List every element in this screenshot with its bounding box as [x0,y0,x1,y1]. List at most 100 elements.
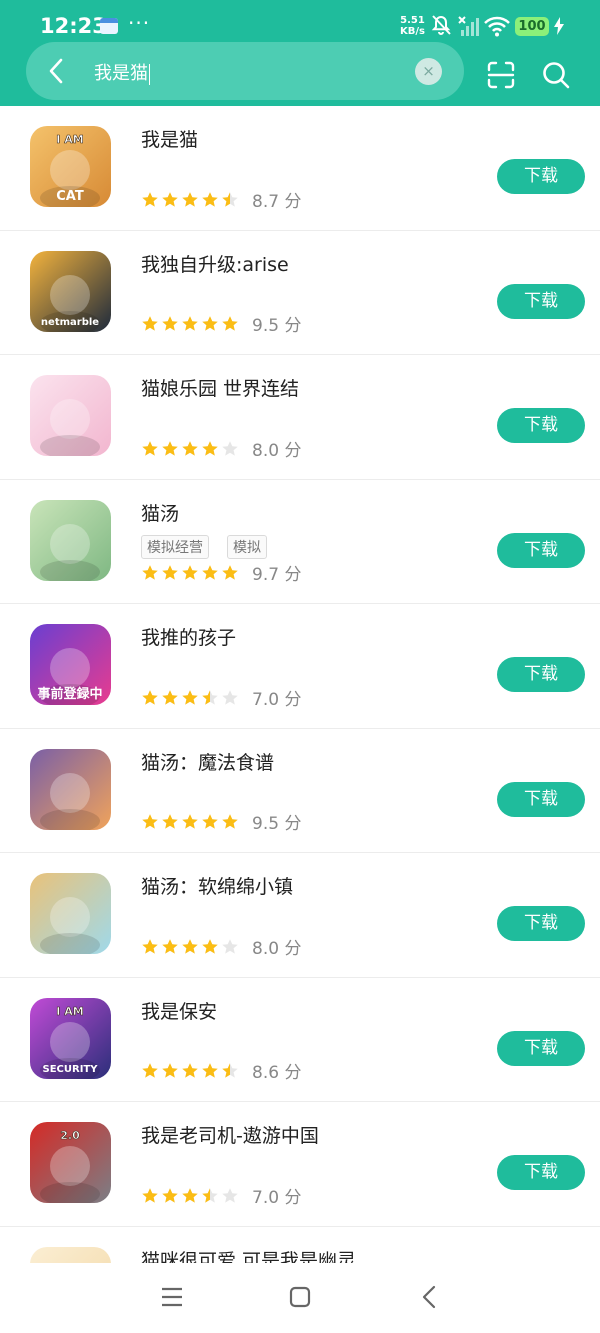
star-full-icon [142,814,158,829]
rating-score: 8.6 分 [252,1063,302,1083]
star-full-icon [202,938,218,954]
star-empty-icon [222,1187,238,1203]
home-icon[interactable] [288,1285,312,1309]
result-row[interactable]: 事前登録中 我推的孩子 7.0 分 下载 [0,604,600,729]
star-full-icon [142,1063,158,1078]
icon-caption-top: I AM [56,1005,83,1018]
app-name[interactable]: 猫娘乐园 世界连结 [141,374,299,401]
network-speed-unit: KB/s [400,26,425,37]
result-row[interactable]: 猫汤模拟经营 模拟 9.7 分 下载 [0,480,600,604]
download-button[interactable]: 下载 [497,159,585,194]
search-query-text: 我是猫 [94,63,148,84]
text-caret [149,63,150,85]
download-button[interactable]: 下载 [497,906,585,941]
result-row[interactable]: netmarble 我独自升级:arise 9.5 分 下载 [0,231,600,355]
star-empty-icon [222,689,238,705]
result-row[interactable]: I AM SECURITY 我是保安 8.6 分 下载 [0,978,600,1102]
rating-score: 8.0 分 [252,938,302,959]
download-button[interactable]: 下载 [497,657,585,692]
wifi-icon [484,16,510,37]
category-tag[interactable]: 模拟经营 [141,534,209,559]
rating-score: 7.0 分 [252,1187,302,1208]
rating-stars [141,938,239,956]
star-half-icon [202,1187,218,1203]
scan-icon[interactable] [486,60,516,90]
star-full-icon [142,1187,158,1203]
status-time: 12:23 [40,14,107,38]
back-arrow-icon[interactable] [44,57,70,85]
star-full-icon [142,191,158,207]
star-full-icon [202,191,218,207]
security-guard-icon[interactable]: I AM SECURITY [30,997,111,1079]
category-tag[interactable]: 模拟 [227,534,267,559]
download-button[interactable]: 下载 [497,1030,585,1066]
result-row[interactable]: I AM CAT 我是猫 8.7 分 下载 [0,106,600,231]
straw-hat-cat-icon[interactable] [30,873,111,954]
search-icon[interactable] [541,60,571,90]
result-row[interactable]: 猫娘乐园 世界连结 8.0 分 下载 [0,355,600,480]
wizard-cat-icon[interactable] [30,748,111,830]
rating-score: 9.7 分 [252,565,302,585]
star-full-icon [202,565,218,580]
icon-caption-bottom: 事前登録中 [37,686,102,702]
star-full-icon [162,814,178,829]
app-name[interactable]: 猫汤：魔法食谱 [141,748,274,775]
download-button[interactable]: 下载 [497,781,585,817]
app-name[interactable]: 我是猫 [141,125,198,152]
star-full-icon [222,814,238,829]
app-name[interactable]: 猫咪很可爱 可是我是幽灵 [141,1246,356,1264]
app-name[interactable]: 我推的孩子 [141,623,236,650]
rating-stars [141,564,239,582]
system-navigation-bar [0,1263,600,1333]
star-full-icon [162,440,178,456]
clear-search-button[interactable]: × [415,58,442,85]
network-speed-value: 5.51 [400,15,425,26]
rating-stars [141,440,239,458]
rating-score: 7.0 分 [252,689,302,710]
search-box[interactable] [26,42,464,100]
app-name[interactable]: 我是保安 [141,997,217,1024]
rating-stars [141,813,239,831]
result-row[interactable]: 猫汤：软绵绵小镇 8.0 分 下载 [0,853,600,978]
search-input[interactable]: 我是猫 [94,59,150,85]
star-half-icon [202,689,218,705]
star-full-icon [162,938,178,954]
star-full-icon [182,689,198,705]
app-name[interactable]: 我独自升级:arise [141,250,289,277]
result-row[interactable]: 猫汤：魔法食谱 9.5 分 下载 [0,729,600,853]
tag-list: 模拟经营 模拟 [141,534,267,559]
frog-hood-cat-icon[interactable] [30,499,111,581]
result-row[interactable]: 猫咪很可爱 可是我是幽灵 [0,1227,600,1264]
idol-girl-icon[interactable]: 事前登録中 [30,624,111,705]
cat-game-icon[interactable]: I AM CAT [30,126,111,207]
star-full-icon [142,316,158,331]
red-truck-icon[interactable]: 2.0 [30,1122,111,1203]
download-button[interactable]: 下载 [497,1155,585,1190]
star-full-icon [182,814,198,829]
app-name[interactable]: 猫汤 [141,499,179,526]
ghost-cat-icon[interactable] [30,1246,111,1263]
star-full-icon [142,689,158,705]
rating-stars [141,689,239,707]
app-name[interactable]: 我是老司机-遨游中国 [141,1121,319,1148]
search-results-list[interactable]: I AM CAT 我是猫 8.7 分下载 netmarble 我独自升级:arise 9.5… [0,106,600,1263]
rating-score: 9.5 分 [252,316,302,336]
catgirl-icon[interactable] [30,375,111,456]
recent-apps-icon[interactable] [160,1285,184,1309]
signal-icon [458,16,479,36]
icon-caption-bottom: netmarble [41,317,99,328]
charging-bolt-icon [554,17,564,35]
anime-warrior-icon[interactable]: netmarble [30,250,111,332]
system-back-icon[interactable] [418,1284,440,1310]
rating-score: 9.5 分 [252,814,302,834]
icon-caption-bottom: SECURITY [43,1064,99,1075]
app-name[interactable]: 猫汤：软绵绵小镇 [141,872,293,899]
download-button[interactable]: 下载 [497,408,585,443]
star-empty-icon [222,938,238,954]
result-row[interactable]: 2.0 我是老司机-遨游中国 7.0 分 下载 [0,1102,600,1227]
download-button[interactable]: 下载 [497,283,585,319]
star-full-icon [182,938,198,954]
rating-score: 8.0 分 [252,440,302,461]
download-button[interactable]: 下载 [497,532,585,568]
star-full-icon [182,565,198,580]
